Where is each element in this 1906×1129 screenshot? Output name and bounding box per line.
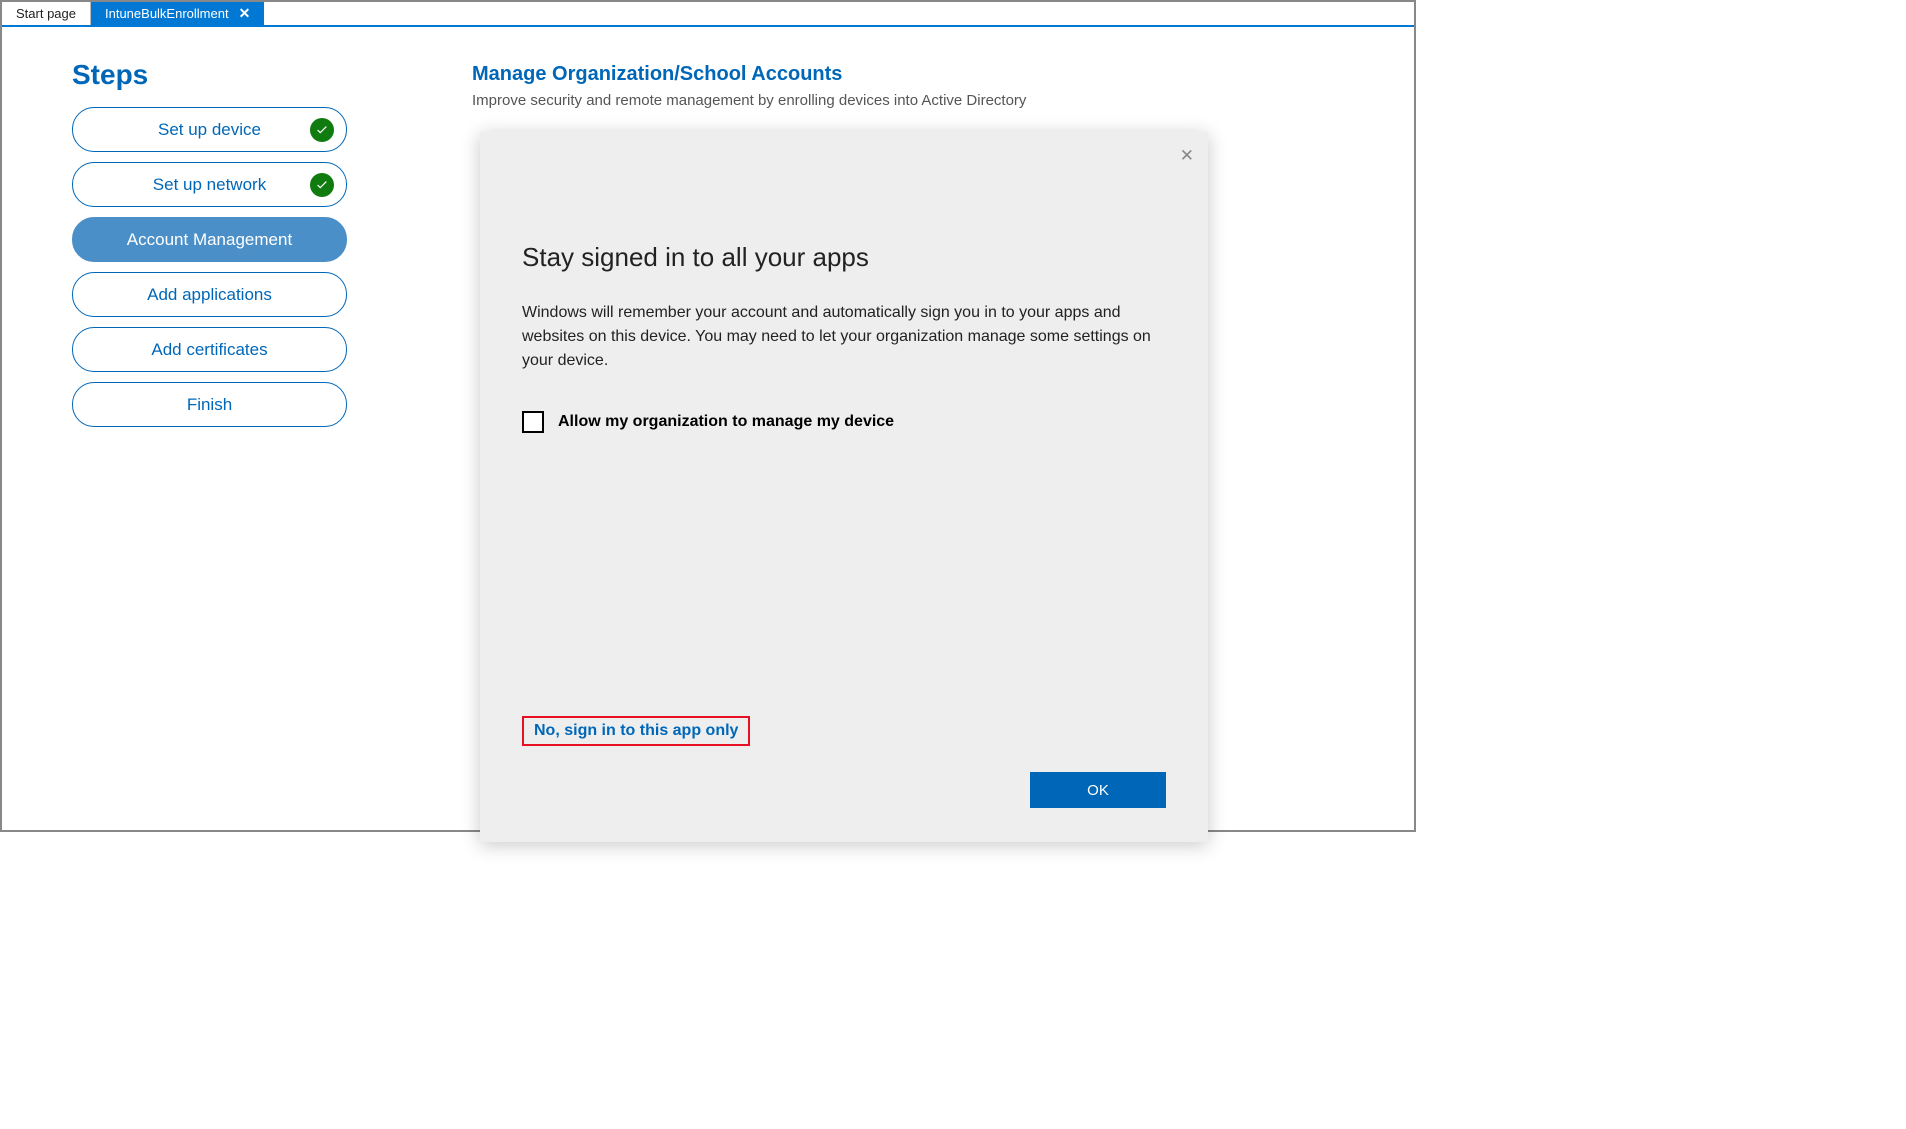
steps-title: Steps xyxy=(72,59,362,91)
checkmark-icon xyxy=(310,173,334,197)
tab-label: IntuneBulkEnrollment xyxy=(105,6,229,21)
tab-intune-bulk-enrollment[interactable]: IntuneBulkEnrollment ✕ xyxy=(91,2,264,25)
dialog-footer: No, sign in to this app only OK xyxy=(480,716,1208,842)
manage-device-checkbox[interactable] xyxy=(522,411,544,433)
ok-button[interactable]: OK xyxy=(1030,772,1166,808)
close-icon[interactable]: ✕ xyxy=(239,5,251,22)
step-label: Add applications xyxy=(147,285,272,305)
step-label: Add certificates xyxy=(151,340,267,360)
checkmark-icon xyxy=(310,118,334,142)
dialog-title: Stay signed in to all your apps xyxy=(522,242,1166,273)
step-add-certificates[interactable]: Add certificates xyxy=(72,327,347,372)
step-setup-network[interactable]: Set up network xyxy=(72,162,347,207)
tabs-bar: Start page IntuneBulkEnrollment ✕ xyxy=(2,2,1414,27)
step-account-management[interactable]: Account Management xyxy=(72,217,347,262)
step-label: Account Management xyxy=(127,230,292,250)
tab-label: Start page xyxy=(16,6,76,21)
app-window: Start page IntuneBulkEnrollment ✕ Steps … xyxy=(0,0,1416,832)
step-add-applications[interactable]: Add applications xyxy=(72,272,347,317)
content-area: Steps Set up device Set up network Accou… xyxy=(2,27,1414,830)
dialog-text: Windows will remember your account and a… xyxy=(522,301,1166,373)
checkbox-label: Allow my organization to manage my devic… xyxy=(558,413,894,431)
step-label: Set up network xyxy=(153,175,266,195)
close-icon[interactable]: ✕ xyxy=(1180,146,1194,166)
dialog-body: Stay signed in to all your apps Windows … xyxy=(480,132,1208,716)
step-label: Set up device xyxy=(158,120,261,140)
page-description: Improve security and remote management b… xyxy=(472,92,1378,109)
sidebar: Steps Set up device Set up network Accou… xyxy=(2,59,362,830)
signin-dialog: ✕ Stay signed in to all your apps Window… xyxy=(480,132,1208,842)
tab-start-page[interactable]: Start page xyxy=(2,2,91,25)
checkbox-row: Allow my organization to manage my devic… xyxy=(522,411,1166,433)
page-title: Manage Organization/School Accounts xyxy=(472,63,1378,86)
step-setup-device[interactable]: Set up device xyxy=(72,107,347,152)
signin-app-only-link[interactable]: No, sign in to this app only xyxy=(522,716,750,746)
step-finish[interactable]: Finish xyxy=(72,382,347,427)
step-label: Finish xyxy=(187,395,232,415)
